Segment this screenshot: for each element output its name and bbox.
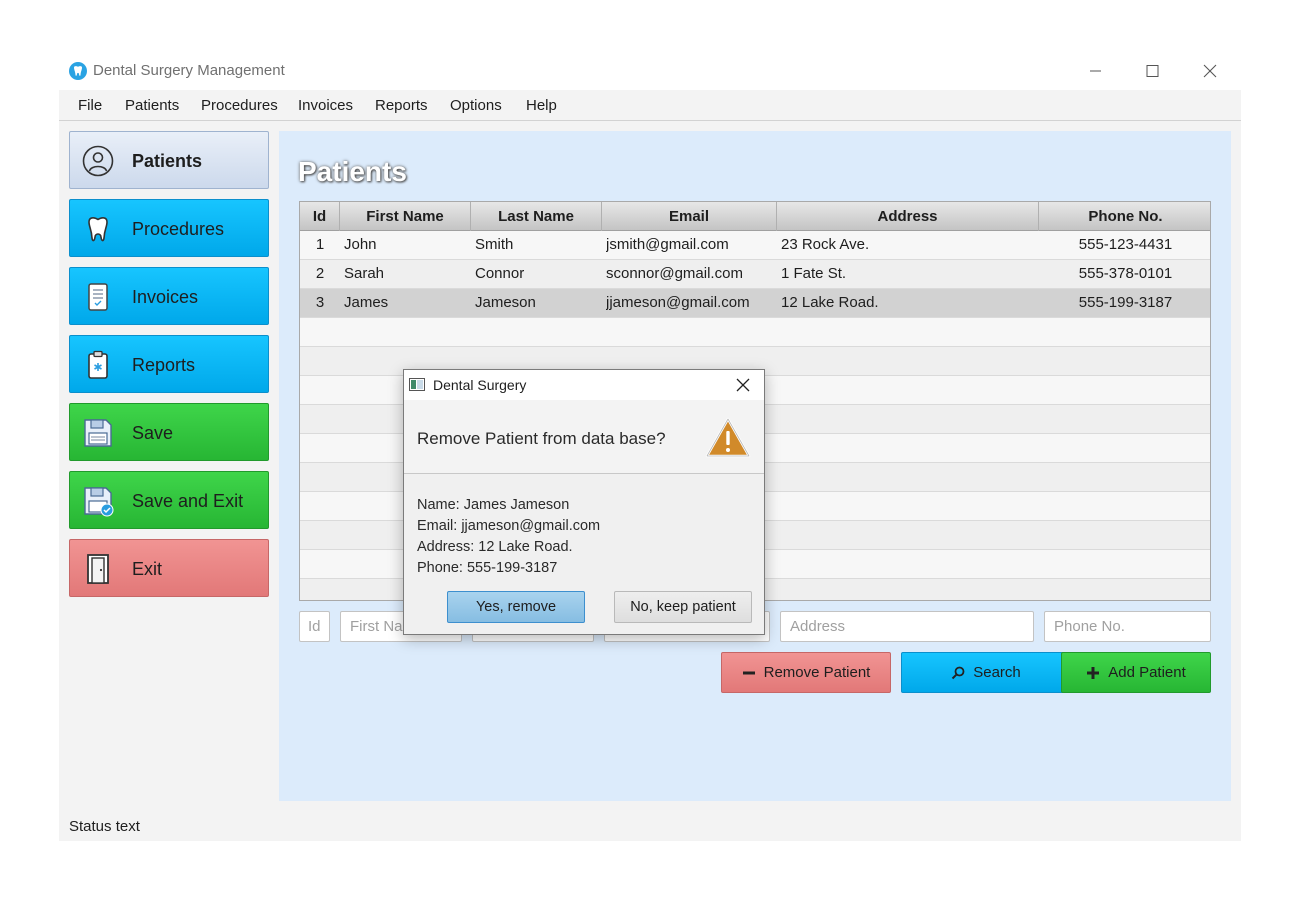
- menu-patients[interactable]: Patients: [125, 97, 179, 114]
- tooth-icon: [88, 217, 108, 242]
- address-field[interactable]: [780, 611, 1034, 642]
- search-icon: [952, 666, 965, 679]
- cell-phone: 555-378-0101: [1078, 265, 1173, 282]
- sidebar-item-label: Save and Exit: [132, 491, 244, 511]
- plus-icon: [1087, 666, 1100, 679]
- column-header-phone[interactable]: Phone No.: [1039, 202, 1210, 231]
- sidebar-item-label: Invoices: [132, 287, 199, 307]
- cell-first-name: Sarah: [344, 265, 385, 282]
- warning-icon: [705, 417, 751, 458]
- dialog-header: Remove Patient from data base?: [404, 400, 764, 474]
- page-title: Patients: [298, 156, 407, 187]
- maximize-icon[interactable]: [1132, 58, 1172, 84]
- door-icon: [87, 554, 109, 584]
- menu-reports[interactable]: Reports: [375, 97, 428, 114]
- sidebar-item-reports[interactable]: Reports: [69, 335, 269, 393]
- table-row[interactable]: 2 Sarah Connor sconnor@gmail.com 1 Fate …: [300, 260, 1210, 289]
- sidebar-item-label: Patients: [132, 151, 203, 171]
- remove-patient-dialog: Dental Surgery Remove Patient from data …: [403, 369, 765, 635]
- column-header-id[interactable]: Id: [300, 202, 340, 231]
- remove-patient-button[interactable]: Remove Patient: [721, 652, 891, 693]
- floppy-check-icon: [84, 487, 114, 517]
- dialog-detail-phone: Phone: 555-199-3187: [417, 560, 558, 576]
- yes-remove-button[interactable]: Yes, remove: [447, 591, 585, 623]
- sidebar-item-label: Reports: [132, 355, 196, 375]
- dialog-title: Dental Surgery: [433, 377, 527, 393]
- cell-email: jjameson@gmail.com: [606, 294, 750, 311]
- cell-address: 12 Lake Road.: [781, 294, 879, 311]
- column-header-address[interactable]: Address: [777, 202, 1039, 231]
- id-field[interactable]: [299, 611, 330, 642]
- close-icon[interactable]: [1190, 58, 1230, 84]
- window-icon: [409, 378, 425, 391]
- cell-email: jsmith@gmail.com: [606, 236, 729, 253]
- sidebar-item-label: Procedures: [132, 219, 225, 239]
- menu-options[interactable]: Options: [450, 97, 502, 114]
- cell-email: sconnor@gmail.com: [606, 265, 743, 282]
- cell-id: 3: [315, 294, 325, 311]
- search-label: Search: [973, 664, 1021, 681]
- cell-last-name: Jameson: [475, 294, 536, 311]
- column-header-email[interactable]: Email: [602, 202, 777, 231]
- dialog-title-bar: Dental Surgery: [404, 370, 764, 400]
- sidebar-item-invoices[interactable]: Invoices: [69, 267, 269, 325]
- menu-file[interactable]: File: [78, 97, 102, 114]
- cell-phone: 555-123-4431: [1078, 236, 1173, 253]
- cell-last-name: Connor: [475, 265, 525, 282]
- add-patient-label: Add Patient: [1108, 664, 1186, 681]
- add-patient-button[interactable]: Add Patient: [1061, 652, 1211, 693]
- sidebar-item-save-and-exit[interactable]: Save and Exit: [69, 471, 269, 529]
- cell-id: 2: [315, 265, 325, 282]
- status-text: Status text: [69, 818, 140, 835]
- invoice-icon: [88, 283, 108, 311]
- dialog-detail-address: Address: 12 Lake Road.: [417, 539, 573, 555]
- column-header-first-name[interactable]: First Name: [340, 202, 471, 231]
- dialog-question: Remove Patient from data base?: [417, 429, 666, 448]
- table-header: Id First Name Last Name Email Address Ph…: [300, 202, 1210, 231]
- title-bar: Dental Surgery Management: [59, 52, 1241, 90]
- close-icon[interactable]: [732, 375, 754, 395]
- sidebar-item-patients[interactable]: Patients: [69, 131, 269, 189]
- dialog-detail-name: Name: James Jameson: [417, 497, 570, 513]
- table-row[interactable]: 1 John Smith jsmith@gmail.com 23 Rock Av…: [300, 231, 1210, 260]
- table-row-selected[interactable]: 3 James Jameson jjameson@gmail.com 12 La…: [300, 289, 1210, 318]
- column-header-last-name[interactable]: Last Name: [471, 202, 602, 231]
- cell-address: 1 Fate St.: [781, 265, 847, 282]
- remove-patient-label: Remove Patient: [763, 664, 871, 681]
- clipboard-icon: [88, 350, 108, 379]
- menu-bar: File Patients Procedures Invoices Report…: [59, 90, 1241, 121]
- cell-phone: 555-199-3187: [1078, 294, 1173, 311]
- menu-help[interactable]: Help: [526, 97, 557, 114]
- cell-address: 23 Rock Ave.: [781, 236, 870, 253]
- menu-invoices[interactable]: Invoices: [298, 97, 353, 114]
- menu-procedures[interactable]: Procedures: [201, 97, 278, 114]
- cell-first-name: John: [344, 236, 377, 253]
- dialog-detail-email: Email: jjameson@gmail.com: [417, 518, 601, 534]
- minimize-icon[interactable]: [1075, 58, 1115, 84]
- user-circle-icon: [82, 145, 114, 177]
- sidebar-item-save[interactable]: Save: [69, 403, 269, 461]
- tooth-app-icon: [69, 62, 87, 80]
- floppy-disk-icon: [84, 419, 112, 447]
- cell-first-name: James: [344, 294, 389, 311]
- cell-last-name: Smith: [475, 236, 514, 253]
- cell-id: 1: [315, 236, 325, 253]
- phone-field[interactable]: [1044, 611, 1211, 642]
- table-row-empty: [300, 318, 1210, 347]
- no-keep-patient-button[interactable]: No, keep patient: [614, 591, 752, 623]
- sidebar-item-label: Save: [132, 423, 174, 443]
- sidebar-item-exit[interactable]: Exit: [69, 539, 269, 597]
- search-button[interactable]: Search: [901, 652, 1071, 693]
- sidebar-item-label: Exit: [132, 559, 163, 579]
- minus-icon: [742, 671, 755, 674]
- app-title: Dental Surgery Management: [93, 62, 285, 79]
- sidebar-item-procedures[interactable]: Procedures: [69, 199, 269, 257]
